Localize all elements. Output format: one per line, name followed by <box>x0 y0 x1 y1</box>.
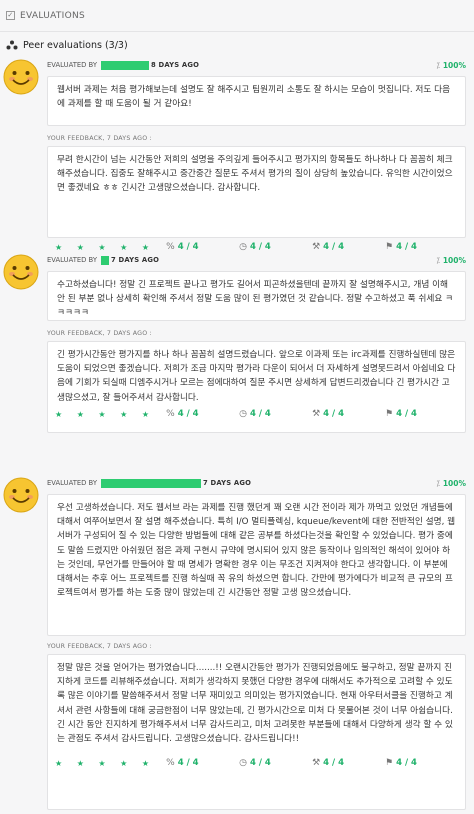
score-value: 4 / 4 <box>323 758 345 768</box>
evaluator-comment: 우선 고생하셨습니다. 저도 웹서브 라는 과제를 진행 했던게 꽤 오랜 시간… <box>47 494 466 636</box>
score-value: 4 / 4 <box>249 242 271 252</box>
rating-stars: ★ ★ ★ ★ ★ <box>55 758 156 768</box>
clock-icon: ◷ <box>239 758 247 768</box>
evaluation-meta: EVALUATED BY 7 DAYS AGO ⁒ 100% <box>47 476 466 490</box>
smiley-face-icon <box>2 476 40 514</box>
score-percent: ⁒ 100% <box>436 256 466 265</box>
evaluator-comment-text: 수고하셨습니다! 정말 긴 프로젝트 끝나고 평가도 길어서 피곤하셨을텐데 끝… <box>57 280 454 319</box>
percent-icon: ⁒ <box>436 60 440 70</box>
evaluated-by-label: EVALUATED BY <box>47 61 97 69</box>
evaluator-comment-text: 웹서버 과제는 처음 평가해보는데 설명도 잘 해주시고 팀원끼리 소통도 잘 … <box>57 85 451 110</box>
clock-icon: ◷ <box>239 242 247 252</box>
your-feedback-text: 무려 한시간이 넘는 시간동안 저희의 설명을 주의깊게 들어주시고 평가지의 … <box>57 155 453 194</box>
score-hammer-item: ⚒ 4 / 4 <box>312 758 385 768</box>
score-percent: ⁒ 100% <box>436 61 466 70</box>
evaluated-by-label: EVALUATED BY <box>47 479 97 487</box>
feedback-rating: ★ ★ ★ ★ ★ % 4 / 4 ◷ 4 / 4 ⚒ 4 / 4 ⚑ 4 / 4 <box>47 752 466 774</box>
your-feedback: 무려 한시간이 넘는 시간동안 저희의 설명을 주의깊게 들어주시고 평가지의 … <box>47 146 466 238</box>
evaluation-meta: EVALUATED BY 7 DAYS AGO ⁒ 100% <box>47 253 466 267</box>
flag-icon: ⚑ <box>385 758 394 768</box>
score-percent-value: 100% <box>442 255 466 265</box>
feedback-rating: ★ ★ ★ ★ ★ % 4 / 4 ◷ 4 / 4 ⚒ 4 / 4 ⚑ 4 / 4 <box>47 403 466 425</box>
evaluations-header: ✓ EVALUATIONS <box>0 0 474 32</box>
your-feedback-text: 긴 평가시간동안 평가지를 하나 하나 꼼꼼히 설명드렸습니다. 앞으로 이과제… <box>57 350 456 403</box>
percent-icon: ⁒ <box>436 255 440 265</box>
clock-icon: ◷ <box>239 409 247 419</box>
score-percent-item: % 4 / 4 <box>166 409 239 419</box>
your-feedback-label: YOUR FEEDBACK, 7 DAYS AGO : <box>47 643 152 650</box>
percent-icon: % <box>166 758 175 768</box>
score-value: 4 / 4 <box>249 758 271 768</box>
score-hammer-item: ⚒ 4 / 4 <box>312 242 385 252</box>
evaluated-by-label: EVALUATED BY <box>47 256 97 264</box>
peer-evaluations-title: Peer evaluations (3/3) <box>23 39 128 51</box>
score-time-item: ◷ 4 / 4 <box>239 758 312 768</box>
peers-icon <box>6 40 18 50</box>
evaluator-comment: 웹서버 과제는 처음 평가해보는데 설명도 잘 해주시고 팀원끼리 소통도 잘 … <box>47 76 466 126</box>
hammer-icon: ⚒ <box>312 758 321 768</box>
score-value: 4 / 4 <box>177 409 199 419</box>
percent-icon: % <box>166 242 175 252</box>
evaluations-title: EVALUATIONS <box>20 10 86 21</box>
score-percent: ⁒ 100% <box>436 479 466 488</box>
smiley-face-icon <box>2 58 40 96</box>
evaluation-meta: EVALUATED BY 8 DAYS AGO ⁒ 100% <box>47 58 466 72</box>
score-percent-value: 100% <box>442 60 466 70</box>
evaluation-time: 7 DAYS AGO <box>203 479 252 487</box>
percent-icon: % <box>166 409 175 419</box>
score-flag-item: ⚑ 4 / 4 <box>385 758 458 768</box>
score-percent-value: 100% <box>442 478 466 488</box>
flag-icon: ⚑ <box>385 242 394 252</box>
score-value: 4 / 4 <box>177 242 199 252</box>
rating-stars: ★ ★ ★ ★ ★ <box>55 409 156 419</box>
peer-evaluations-heading: Peer evaluations (3/3) <box>0 32 474 58</box>
score-value: 4 / 4 <box>249 409 271 419</box>
score-hammer-item: ⚒ 4 / 4 <box>312 409 385 419</box>
your-feedback-text: 정말 많은 것을 얻어가는 평가였습니다.......!! 오랜시간동안 평가가… <box>57 663 453 745</box>
score-value: 4 / 4 <box>323 409 345 419</box>
score-value: 4 / 4 <box>177 758 199 768</box>
score-percent-item: % 4 / 4 <box>166 758 239 768</box>
flag-icon: ⚑ <box>385 409 394 419</box>
percent-icon: ⁒ <box>436 478 440 488</box>
score-value: 4 / 4 <box>396 758 417 768</box>
your-feedback-label: YOUR FEEDBACK, 7 DAYS AGO : <box>47 330 152 337</box>
evaluator-name-redacted[interactable] <box>101 255 109 265</box>
evaluation-time: 8 DAYS AGO <box>151 61 200 69</box>
score-time-item: ◷ 4 / 4 <box>239 409 312 419</box>
evaluation-time: 7 DAYS AGO <box>111 256 160 264</box>
score-value: 4 / 4 <box>396 409 417 419</box>
checkbox-icon: ✓ <box>6 11 15 20</box>
score-time-item: ◷ 4 / 4 <box>239 242 312 252</box>
score-flag-item: ⚑ 4 / 4 <box>385 242 458 252</box>
evaluator-name-redacted[interactable] <box>101 478 201 488</box>
smiley-face-icon <box>2 253 40 291</box>
score-value: 4 / 4 <box>396 242 417 252</box>
score-value: 4 / 4 <box>323 242 345 252</box>
your-feedback: 정말 많은 것을 얻어가는 평가였습니다.......!! 오랜시간동안 평가가… <box>47 654 466 810</box>
evaluator-name-redacted[interactable] <box>101 60 149 70</box>
evaluator-comment: 수고하셨습니다! 정말 긴 프로젝트 끝나고 평가도 길어서 피곤하셨을텐데 끝… <box>47 271 466 321</box>
score-flag-item: ⚑ 4 / 4 <box>385 409 458 419</box>
rating-stars: ★ ★ ★ ★ ★ <box>55 242 156 252</box>
evaluator-comment-text: 우선 고생하셨습니다. 저도 웹서브 라는 과제를 진행 했던게 꽤 오랜 시간… <box>57 503 456 599</box>
hammer-icon: ⚒ <box>312 409 321 419</box>
score-percent-item: % 4 / 4 <box>166 242 239 252</box>
hammer-icon: ⚒ <box>312 242 321 252</box>
your-feedback-label: YOUR FEEDBACK, 7 DAYS AGO : <box>47 135 152 142</box>
